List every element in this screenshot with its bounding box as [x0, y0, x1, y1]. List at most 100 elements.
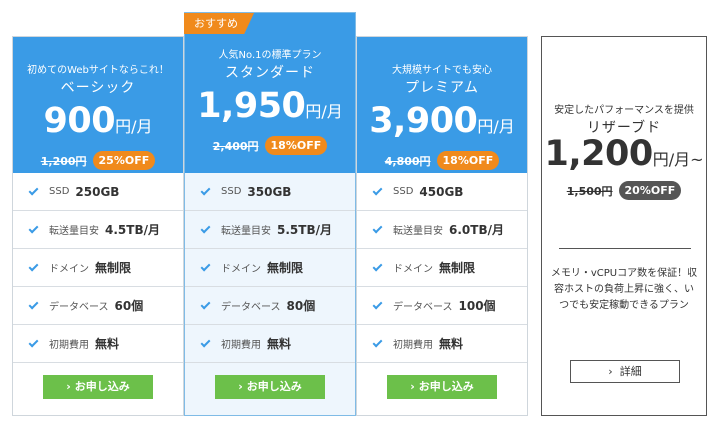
- feature-row: ドメイン 無制限: [357, 249, 527, 287]
- chevron-right-icon: ›: [410, 380, 415, 393]
- check-icon: [372, 261, 383, 271]
- feature-label: 初期費用: [49, 340, 89, 351]
- feature-row: SSD 250GB: [13, 173, 183, 211]
- feature-value: 無料: [267, 337, 292, 351]
- feature-row: 初期費用 無料: [13, 325, 183, 363]
- feature-row: SSD 350GB: [185, 173, 355, 211]
- feature-value: 450GB: [419, 184, 464, 199]
- discount-row: 1,200円 25%OFF: [13, 151, 183, 170]
- plan-tagline: 初めてのWebサイトならこれ！: [27, 65, 169, 76]
- apply-button-label: お申し込み: [246, 380, 302, 393]
- plan-price: 3,900: [369, 101, 478, 141]
- check-icon: [372, 337, 383, 347]
- divider: [559, 248, 691, 249]
- feature-value: 80個: [286, 299, 316, 313]
- apply-button-basic[interactable]: › お申し込み: [43, 375, 153, 399]
- chevron-right-icon: ›: [66, 380, 71, 393]
- feature-row: ドメイン 無制限: [185, 249, 355, 287]
- feature-label: ドメイン: [221, 264, 261, 275]
- price-unit: 円/月~: [652, 150, 704, 169]
- apply-button-label: お申し込み: [418, 380, 474, 393]
- discount-badge: 18%OFF: [264, 136, 328, 155]
- check-icon: [200, 299, 211, 309]
- plan-header: 大規模サイトでも安心 プレミアム 3,900円/月 4,800円 18%OFF: [357, 37, 527, 173]
- feature-label: 転送量目安: [221, 226, 271, 237]
- detail-button-label: 詳細: [619, 365, 642, 378]
- feature-row: データベース 80個: [185, 287, 355, 325]
- apply-button-standard[interactable]: › お申し込み: [215, 375, 325, 399]
- feature-row: 初期費用 無料: [357, 325, 527, 363]
- feature-value: 4.5TB/月: [105, 223, 160, 237]
- detail-button[interactable]: › 詳細: [570, 360, 680, 383]
- check-icon: [200, 223, 211, 233]
- button-wrap: › お申し込み: [357, 375, 527, 399]
- chevron-right-icon: ›: [238, 380, 243, 393]
- feature-label: ドメイン: [49, 264, 89, 275]
- original-price: 2,400円: [212, 139, 259, 153]
- apply-button-label: お申し込み: [74, 380, 130, 393]
- check-icon: [372, 185, 383, 195]
- original-price: 1,500円: [566, 184, 613, 198]
- feature-label: 転送量目安: [49, 226, 99, 237]
- recommended-ribbon: おすすめ: [184, 13, 254, 34]
- feature-value: 無料: [95, 337, 120, 351]
- price-unit: 円/月: [115, 117, 153, 136]
- feature-value: 無制限: [267, 261, 304, 275]
- discount-row: 1,500円 20%OFF: [542, 181, 706, 200]
- plan-header: 人気No.1の標準プラン スタンダード 1,950円/月 2,400円 18%O…: [185, 13, 355, 173]
- plan-tagline: 大規模サイトでも安心: [392, 65, 492, 76]
- discount-badge: 25%OFF: [92, 151, 156, 170]
- feature-value: 6.0TB/月: [449, 223, 504, 237]
- feature-row: ドメイン 無制限: [13, 249, 183, 287]
- feature-label: 初期費用: [393, 340, 433, 351]
- check-icon: [372, 299, 383, 309]
- feature-label: データベース: [49, 302, 109, 313]
- feature-label: ドメイン: [393, 264, 433, 275]
- feature-row: 転送量目安 6.0TB/月: [357, 211, 527, 249]
- check-icon: [200, 261, 211, 271]
- feature-value: 100個: [458, 299, 496, 313]
- chevron-right-icon: ›: [608, 365, 613, 378]
- feature-row: 初期費用 無料: [185, 325, 355, 363]
- feature-label: SSD: [221, 186, 242, 197]
- plan-card-premium: 大規模サイトでも安心 プレミアム 3,900円/月 4,800円 18%OFF …: [356, 36, 528, 416]
- feature-label: SSD: [393, 186, 414, 197]
- plan-name: プレミアム: [404, 80, 480, 96]
- plan-description: メモリ・vCPUコア数を保証！収容ホストの負荷上昇に強く、いつでも安定稼動できる…: [550, 268, 698, 311]
- discount-badge: 18%OFF: [436, 151, 500, 170]
- discount-row: 2,400円 18%OFF: [185, 136, 355, 155]
- plan-name: スタンダード: [225, 65, 315, 81]
- feature-row: データベース 60個: [13, 287, 183, 325]
- feature-label: 転送量目安: [393, 226, 443, 237]
- check-icon: [200, 337, 211, 347]
- feature-row: 転送量目安 5.5TB/月: [185, 211, 355, 249]
- check-icon: [28, 299, 39, 309]
- feature-list: SSD 250GB 転送量目安 4.5TB/月 ドメイン 無制限 データベース 60個 …: [13, 173, 183, 363]
- plan-price: 900: [43, 101, 116, 141]
- feature-row: SSD 450GB: [357, 173, 527, 211]
- check-icon: [372, 223, 383, 233]
- feature-list: SSD 450GB 転送量目安 6.0TB/月 ドメイン 無制限 データベース 100個…: [357, 173, 527, 363]
- price-row: 3,900円/月: [357, 101, 527, 147]
- feature-value: 350GB: [247, 184, 292, 199]
- check-icon: [28, 261, 39, 271]
- plan-card-standard: 人気No.1の標準プラン スタンダード 1,950円/月 2,400円 18%O…: [184, 12, 356, 416]
- feature-label: データベース: [393, 302, 453, 313]
- plan-price: 1,200: [544, 134, 653, 174]
- apply-button-premium[interactable]: › お申し込み: [387, 375, 497, 399]
- feature-value: 250GB: [75, 184, 120, 199]
- check-icon: [200, 185, 211, 195]
- feature-value: 無制限: [439, 261, 476, 275]
- feature-label: SSD: [49, 186, 70, 197]
- plan-tagline: 安定したパフォーマンスを提供: [554, 105, 694, 116]
- feature-value: 60個: [114, 299, 144, 313]
- plan-name: ベーシック: [60, 80, 136, 96]
- button-wrap: › お申し込み: [185, 375, 355, 399]
- discount-badge: 20%OFF: [618, 181, 682, 200]
- discount-row: 4,800円 18%OFF: [357, 151, 527, 170]
- plan-card-basic: 初めてのWebサイトならこれ！ ベーシック 900円/月 1,200円 25%O…: [12, 36, 184, 416]
- price-row: 900円/月: [13, 101, 183, 147]
- plan-header: 初めてのWebサイトならこれ！ ベーシック 900円/月 1,200円 25%O…: [13, 37, 183, 173]
- feature-value: 5.5TB/月: [277, 223, 332, 237]
- check-icon: [28, 337, 39, 347]
